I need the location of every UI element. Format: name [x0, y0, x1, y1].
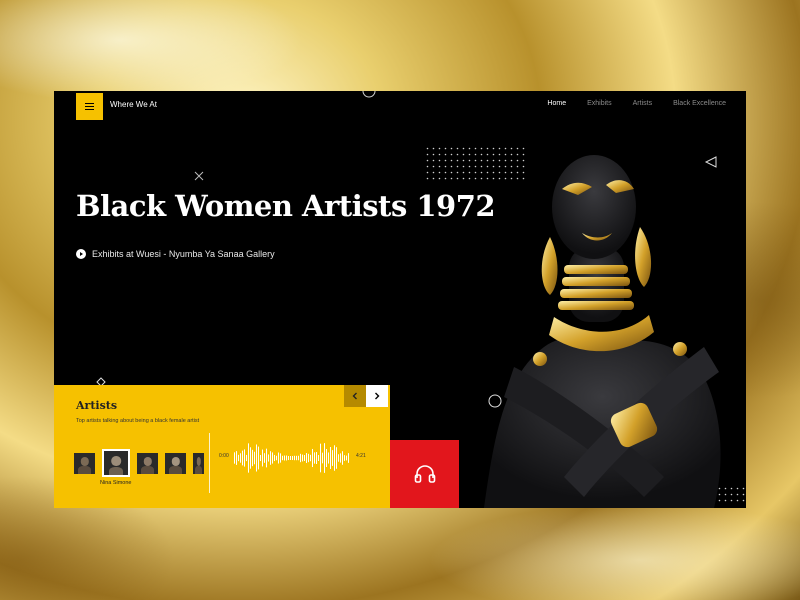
audio-waveform[interactable] [234, 438, 352, 478]
nav-home[interactable]: Home [547, 100, 566, 107]
brand-name[interactable]: Where We At [110, 100, 157, 109]
time-start: 0:00 [219, 453, 229, 459]
circle-deco [362, 91, 376, 98]
headphones-icon [414, 465, 435, 483]
artist-thumbnails [74, 449, 204, 477]
selected-artist-name: Nina Simone [100, 480, 132, 486]
time-end: 4:21 [356, 453, 366, 459]
exhibit-link[interactable]: Exhibits at Wuesi - Nyumba Ya Sanaa Gall… [76, 249, 275, 259]
player-divider [209, 433, 210, 493]
artist-carousel-controls [344, 385, 388, 407]
next-button[interactable] [366, 385, 388, 407]
nav-black-excellence[interactable]: Black Excellence [673, 100, 726, 107]
exhibit-link-label: Exhibits at Wuesi - Nyumba Ya Sanaa Gall… [92, 249, 275, 259]
hero-portrait-image [484, 155, 721, 508]
artist-thumb[interactable] [74, 452, 95, 474]
hero-title: Black Women Artists 1972 [76, 189, 496, 223]
artist-thumb[interactable] [137, 452, 158, 474]
listen-button[interactable] [390, 440, 459, 508]
prev-button[interactable] [344, 385, 366, 407]
artists-title: Artists [76, 399, 118, 412]
play-icon[interactable] [76, 249, 86, 259]
chevron-left-icon [352, 392, 357, 400]
nav-artists[interactable]: Artists [633, 100, 652, 107]
artists-subtitle: Top artists talking about being a black … [76, 418, 200, 424]
cross-deco [194, 171, 204, 181]
artists-panel: Artists Top artists talking about being … [54, 385, 390, 508]
chevron-right-icon [375, 392, 380, 400]
top-nav: Home Exhibits Artists Black Excellence [547, 100, 726, 107]
artist-thumb-selected[interactable] [102, 449, 130, 477]
menu-button[interactable] [76, 93, 103, 120]
menu-icon [85, 103, 94, 110]
nav-exhibits[interactable]: Exhibits [587, 100, 612, 107]
app-frame: Where We At Home Exhibits Artists Black … [54, 91, 746, 508]
artist-thumb[interactable] [165, 452, 186, 474]
artist-thumb-partial[interactable] [193, 452, 204, 474]
